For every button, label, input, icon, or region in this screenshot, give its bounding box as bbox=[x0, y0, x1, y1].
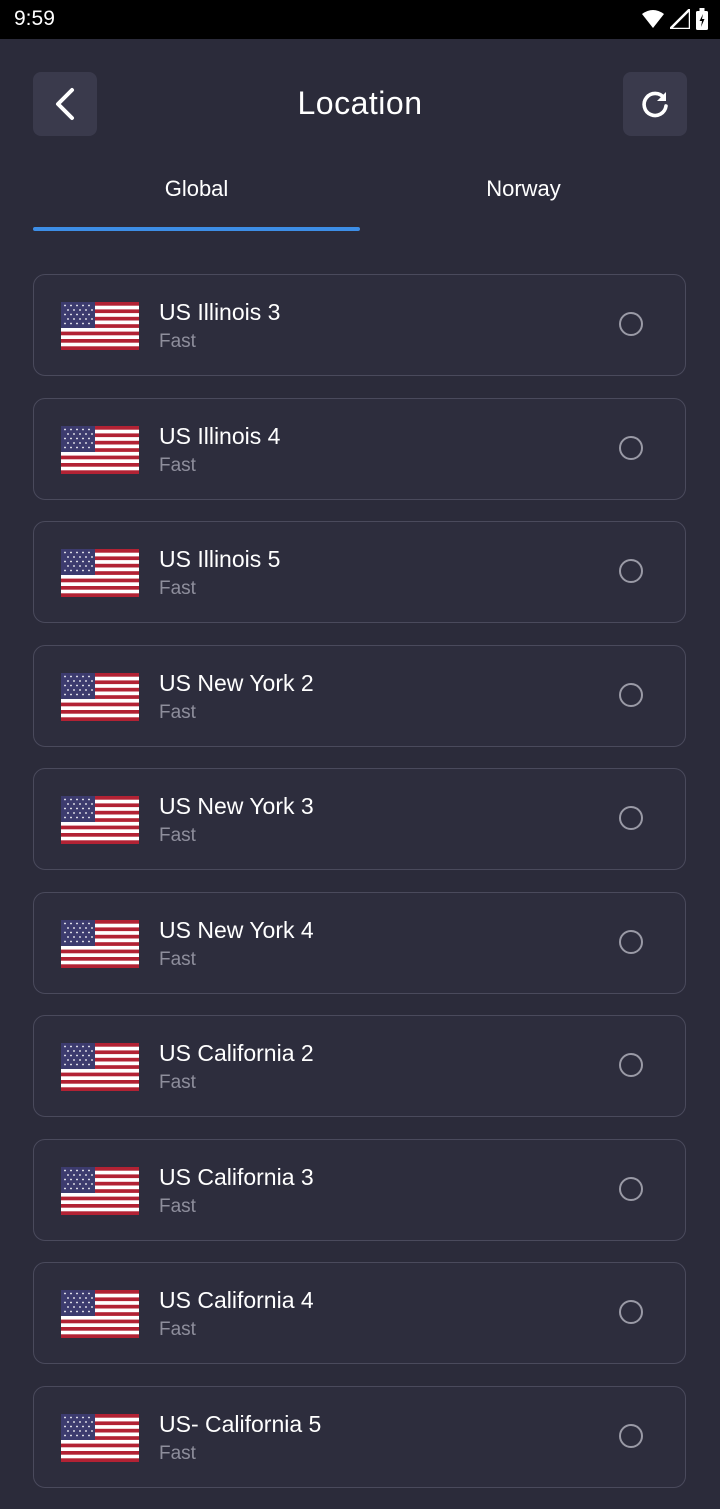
status-time: 9:59 bbox=[14, 7, 55, 30]
us-flag-icon bbox=[61, 302, 139, 350]
location-speed: Fast bbox=[159, 1319, 196, 1340]
us-flag-icon bbox=[61, 796, 139, 844]
location-name: US- California 5 bbox=[159, 1410, 322, 1437]
location-name: US New York 4 bbox=[159, 916, 314, 943]
location-radio[interactable] bbox=[619, 1053, 643, 1077]
location-item[interactable]: US New York 3 Fast bbox=[33, 768, 686, 870]
location-item[interactable]: US New York 2 Fast bbox=[33, 644, 686, 747]
location-item[interactable]: US Illinois 4 Fast bbox=[33, 397, 686, 500]
location-name: US California 2 bbox=[159, 1040, 314, 1066]
status-icons bbox=[642, 8, 708, 30]
us-flag-icon bbox=[61, 1290, 139, 1338]
us-flag-icon bbox=[61, 1413, 139, 1462]
tab-norway[interactable]: Norway bbox=[360, 170, 687, 230]
location-radio[interactable] bbox=[619, 435, 643, 460]
location-speed: Fast bbox=[159, 825, 196, 846]
app-header: Location bbox=[0, 39, 720, 169]
location-item[interactable]: US California 4 Fast bbox=[33, 1262, 686, 1364]
location-name: US California 3 bbox=[159, 1163, 314, 1190]
location-speed: Fast bbox=[159, 578, 196, 599]
location-speed: Fast bbox=[159, 1195, 196, 1217]
location-name: US Illinois 3 bbox=[159, 299, 281, 325]
us-flag-icon bbox=[61, 425, 139, 474]
location-radio[interactable] bbox=[619, 1300, 643, 1324]
location-radio[interactable] bbox=[619, 1176, 643, 1201]
page-title: Location bbox=[297, 85, 423, 121]
location-radio[interactable] bbox=[619, 1423, 643, 1448]
location-speed: Fast bbox=[159, 1442, 196, 1464]
location-radio[interactable] bbox=[619, 559, 643, 583]
location-item[interactable]: US California 3 Fast bbox=[33, 1138, 686, 1241]
location-speed: Fast bbox=[159, 948, 196, 970]
location-radio[interactable] bbox=[619, 806, 643, 830]
location-item[interactable]: US California 2 Fast bbox=[33, 1015, 686, 1117]
location-item[interactable]: US- California 5 Fast bbox=[33, 1385, 686, 1488]
location-speed: Fast bbox=[159, 331, 196, 352]
status-bar: 9:59 bbox=[0, 0, 720, 39]
location-name: US California 4 bbox=[159, 1287, 314, 1313]
us-flag-icon bbox=[61, 919, 139, 968]
location-item[interactable]: US Illinois 3 Fast bbox=[33, 274, 686, 376]
location-radio[interactable] bbox=[619, 682, 643, 707]
us-flag-icon bbox=[61, 672, 139, 721]
location-name: US Illinois 4 bbox=[159, 422, 281, 449]
active-tab-indicator bbox=[33, 227, 360, 231]
location-list: US Illinois 3 Fast US Illinois 4 Fast US… bbox=[33, 274, 688, 1509]
battery-icon bbox=[696, 8, 708, 30]
location-radio[interactable] bbox=[619, 929, 643, 954]
us-flag-icon bbox=[61, 549, 139, 597]
location-tabs: Global Norway bbox=[0, 170, 720, 234]
refresh-icon bbox=[642, 91, 668, 118]
location-speed: Fast bbox=[159, 701, 196, 723]
us-flag-icon bbox=[61, 1166, 139, 1215]
location-speed: Fast bbox=[159, 1072, 196, 1093]
location-name: US New York 3 bbox=[159, 793, 314, 819]
location-name: US New York 2 bbox=[159, 669, 314, 696]
us-flag-icon bbox=[61, 1043, 139, 1091]
location-item[interactable]: US New York 4 Fast bbox=[33, 891, 686, 994]
refresh-button[interactable] bbox=[623, 72, 687, 136]
wifi-icon bbox=[642, 10, 664, 28]
location-speed: Fast bbox=[159, 454, 196, 476]
signal-icon bbox=[670, 9, 690, 29]
location-radio[interactable] bbox=[619, 312, 643, 336]
location-name: US Illinois 5 bbox=[159, 546, 281, 572]
tab-global[interactable]: Global bbox=[33, 170, 360, 230]
location-item[interactable]: US Illinois 5 Fast bbox=[33, 521, 686, 623]
